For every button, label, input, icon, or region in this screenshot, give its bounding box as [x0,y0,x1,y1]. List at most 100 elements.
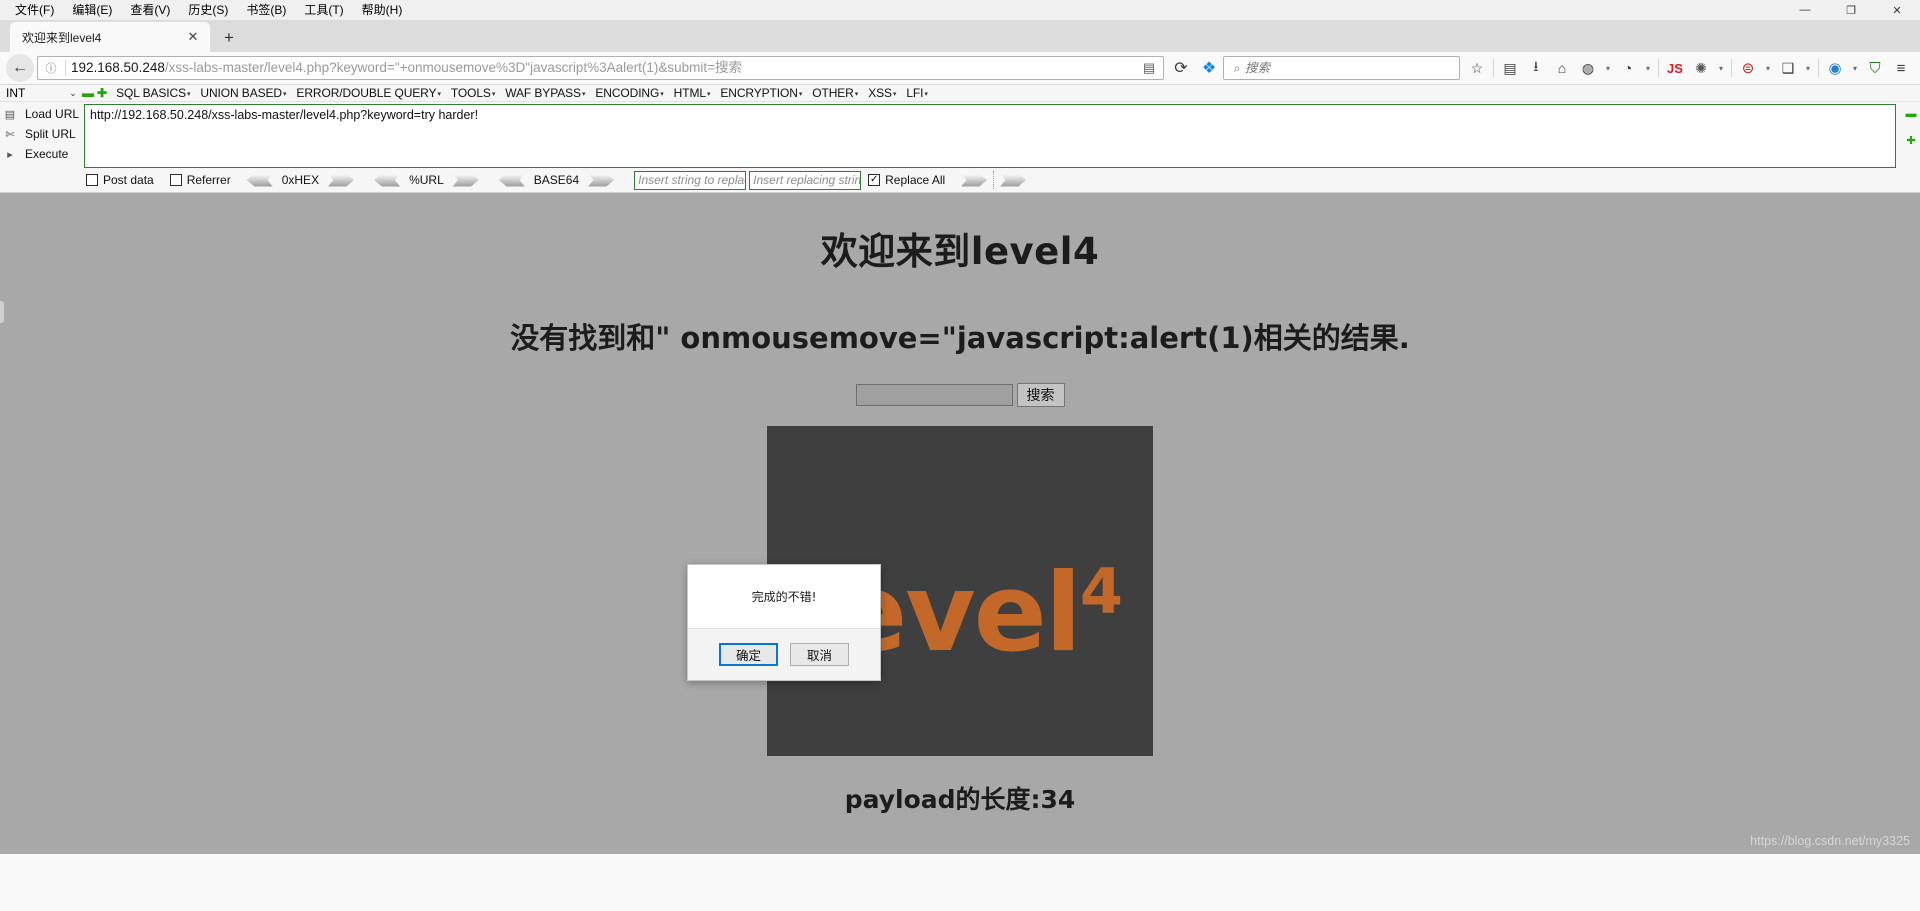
home-icon[interactable]: ⌂ [1549,55,1575,81]
hackbar-split-url-button[interactable]: ✄ Split URL [2,124,84,144]
base64-encode-icon[interactable] [588,173,615,187]
new-tab-icon[interactable]: + [214,24,244,52]
hex-label: 0xHEX [281,173,320,187]
hackbar-minus-icon[interactable]: ▬ [80,86,96,100]
split-url-label: Split URL [25,127,76,141]
replace-with-input[interactable]: Insert replacing string [749,170,862,190]
chevron-down-icon: ▾ [660,90,664,98]
reload-icon[interactable]: ⟳ [1167,54,1195,82]
hackbar-type-chevron-down-icon[interactable]: ⌄ [66,88,80,99]
hackbar-menu-waf-bypass[interactable]: WAF BYPASS▾ [500,86,590,100]
app-menu-icon[interactable]: ≡ [1888,55,1914,81]
menu-edit[interactable]: 编辑(E) [63,0,121,20]
library-icon[interactable]: ▤ [1497,55,1523,81]
replace-find-input[interactable]: Insert string to replace [634,170,747,190]
alert-cancel-button[interactable]: 取消 [790,643,849,666]
encoder-url-group: %URL [374,173,479,187]
hackbar-menu-encoding[interactable]: ENCODING▾ [590,86,668,100]
chevron-down-icon: ▾ [186,90,191,98]
hackbar-rail-plus-icon[interactable]: ✚ [1906,134,1915,147]
hex-encode-icon[interactable] [328,173,355,187]
spider-chevron-down-icon[interactable]: ▾ [1714,55,1728,81]
hackbar-menu-sql-basics[interactable]: SQL BASICS▾ [111,86,195,100]
window-controls: — ❐ ✕ [1782,0,1920,20]
alert-ok-button[interactable]: 确定 [719,643,778,666]
toolbar-divider [1493,59,1494,77]
spider-icon[interactable]: ✺ [1688,55,1714,81]
hackbar-menu-union-based[interactable]: UNION BASED▾ [195,86,291,100]
replace-run-icon[interactable] [1000,173,1027,187]
cookie-chevron-down-icon[interactable]: ▾ [1641,55,1655,81]
page-content: 欢迎来到level4 没有找到和" onmousemove="javascrip… [0,193,1920,854]
hackbar-panel: INT ⌄ ▬ ✚ SQL BASICS▾ UNION BASED▾ ERROR… [0,85,1920,193]
menu-help[interactable]: 帮助(H) [353,0,412,20]
hackbar-menu-other[interactable]: OTHER▾ [807,86,863,100]
hackbar-url-textarea[interactable]: http://192.168.50.248/xss-labs-master/le… [84,104,1896,168]
hackbar-menu-error-double-query[interactable]: ERROR/DOUBLE QUERY▾ [291,86,445,100]
watermark-text: https://blog.csdn.net/my3325 [1750,834,1910,848]
options-divider [993,171,995,189]
site-identity-icon[interactable]: ⓘ [42,59,60,77]
hackbar-chevron-down-icon[interactable]: ▾ [1761,55,1775,81]
alert-message: 完成的不错! [751,590,817,604]
search-input[interactable] [1245,61,1454,75]
noscript-js-badge-icon[interactable]: JS [1662,55,1688,81]
scissors-icon: ✄ [5,128,15,141]
hackbar-menu-encryption[interactable]: ENCRYPTION▾ [715,86,807,100]
url-decode-icon[interactable] [374,173,401,187]
page-tool-chevron-down-icon[interactable]: ▾ [1801,55,1815,81]
download-icon[interactable]: ⭳ [1523,55,1549,81]
hackbar-type-select[interactable]: INT [4,86,66,100]
close-window-button[interactable]: ✕ [1874,0,1920,20]
address-bar[interactable]: ⓘ 192.168.50.248/xss-labs-master/level4.… [37,56,1164,80]
hackbar-execute-button[interactable]: ▸ Execute [2,144,84,164]
base64-decode-icon[interactable] [498,173,525,187]
replace-all-checkbox[interactable]: ✓ Replace All [868,173,945,187]
hex-decode-icon[interactable] [246,173,273,187]
referrer-checkbox-box [169,174,182,186]
post-data-checkbox[interactable]: Post data [86,173,154,187]
hackbar-side-rail: ▬ ✚ [1902,104,1920,168]
proxy-switcher-icon[interactable]: ◉ [1822,55,1848,81]
adblock-shield-icon[interactable]: ⛉ [1862,55,1888,81]
address-separator [65,60,66,76]
referrer-checkbox[interactable]: Referrer [169,173,231,187]
minimize-button[interactable]: — [1782,0,1828,20]
pocket-icon[interactable]: ❖ [1195,54,1223,82]
page-tool-icon[interactable]: ❑ [1775,55,1801,81]
replace-apply-icon[interactable] [961,173,988,187]
close-tab-icon[interactable]: ✕ [184,28,202,46]
search-submit-button[interactable]: 搜索 [1016,383,1065,407]
menu-file[interactable]: 文件(F) [6,0,63,20]
account-chevron-down-icon[interactable]: ▾ [1601,55,1615,81]
hackbar-menu-tools[interactable]: TOOLS▾ [446,86,500,100]
reader-mode-icon[interactable]: ▤ [1139,58,1159,78]
url-label: %URL [409,173,444,187]
hackbar-menu-html[interactable]: HTML▾ [669,86,716,100]
keyword-input[interactable] [855,384,1013,406]
hackbar-rail-minus-icon[interactable]: ▬ [1906,108,1917,120]
browser-tab-level4[interactable]: 欢迎来到level4 ✕ [10,22,210,52]
hackbar-menu-lfi[interactable]: LFI▾ [901,86,932,100]
back-icon[interactable]: ← [6,54,34,82]
hackbar-plus-icon[interactable]: ✚ [96,86,111,100]
hackbar-load-url-button[interactable]: ▤ Load URL [2,104,84,124]
post-data-label: Post data [103,173,154,187]
url-encode-icon[interactable] [452,173,479,187]
maximize-button[interactable]: ❐ [1828,0,1874,20]
bookmark-star-icon[interactable]: ☆ [1464,55,1490,81]
sidebar-handle[interactable] [0,301,4,323]
load-url-icon: ▤ [4,108,16,121]
load-url-label: Load URL [25,107,80,121]
search-bar[interactable]: ⌕ [1223,56,1460,80]
cookie-manager-icon[interactable]: ◔ [1615,55,1641,81]
hackbar-menu-xss[interactable]: XSS▾ [863,86,901,100]
account-icon[interactable]: ◍ [1575,55,1601,81]
hackbar-icon[interactable]: ⊜ [1735,55,1761,81]
menu-history[interactable]: 历史(S) [179,0,237,20]
menu-tools[interactable]: 工具(T) [295,0,352,20]
menu-bookmarks[interactable]: 书签(B) [237,0,295,20]
menu-view[interactable]: 查看(V) [121,0,179,20]
proxy-chevron-down-icon[interactable]: ▾ [1848,55,1862,81]
replace-all-label: Replace All [885,173,946,187]
